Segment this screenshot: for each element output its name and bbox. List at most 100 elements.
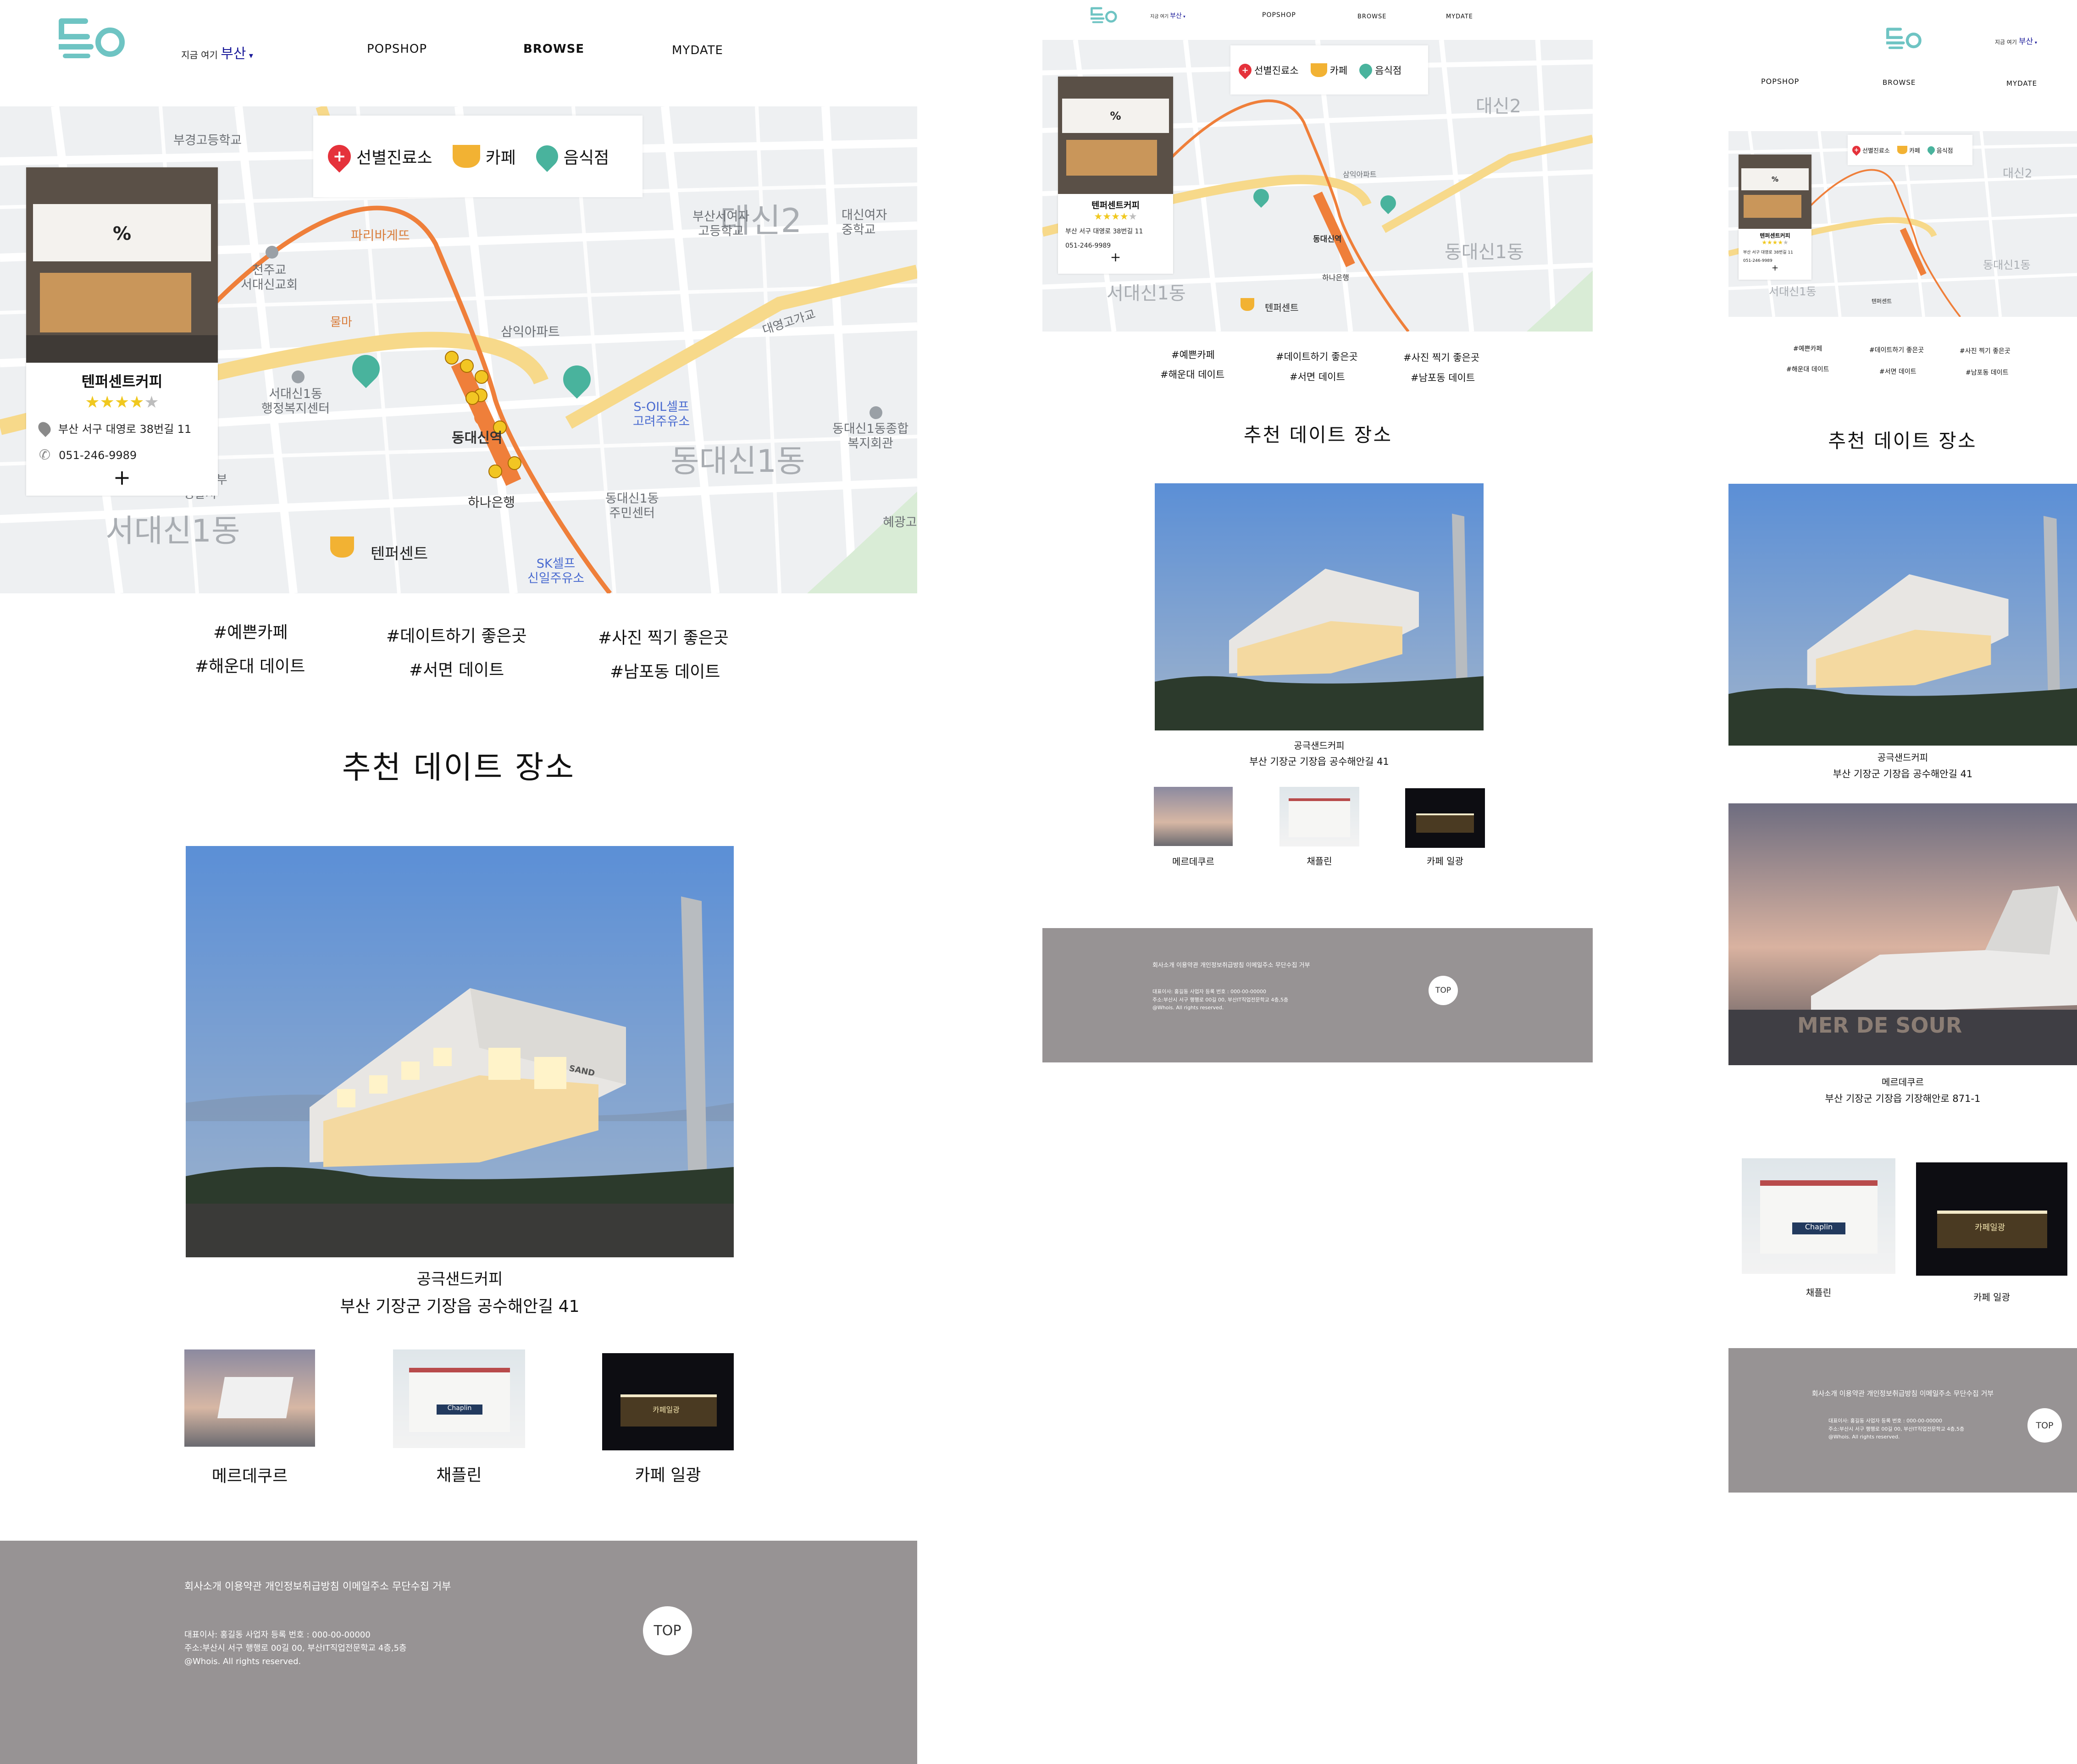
cafe-marker-icon[interactable] (330, 536, 354, 558)
location-city: 부산 (221, 46, 246, 62)
add-icon[interactable]: + (1058, 249, 1173, 265)
map-label-soil: S-OIL셀프 고려주유소 (633, 400, 690, 429)
nav-popshop[interactable]: POPSHOP (367, 42, 427, 56)
thumb-cafe-ilgwang[interactable]: 카페일광 (1916, 1162, 2067, 1276)
location-selector[interactable]: 지금 여기 부산 ▾ (1150, 11, 1185, 20)
nav-mydate[interactable]: MYDATE (1446, 13, 1473, 20)
place-address-row: 부산 서구 대영로 38번길 11 (35, 419, 218, 437)
legend-cafe[interactable]: 카페 (452, 144, 516, 168)
featured-address: 부산 기장군 기장읍 공수해안길 41 (1833, 769, 1973, 780)
legend-restaurant[interactable]: 음식점 (1926, 144, 1953, 155)
tag-seomyeon[interactable]: #서면 데이트 (409, 657, 504, 680)
location-selector[interactable]: 지금 여기 부산 ▾ (181, 42, 253, 62)
footer-address: 주소:부산시 서구 행행로 00길 00, 부산IT직업전문학교 4층,5층 (1152, 996, 1289, 1003)
place-card[interactable]: % 텐퍼센트커피 ★★★★★ 부산 서구 대영로 38번길 11 051-246… (1058, 77, 1173, 274)
place-ground (26, 335, 218, 363)
map-label-tenpercent: 텐퍼센트 (1872, 298, 1892, 304)
thumb-cafe-ilgwang[interactable] (1405, 788, 1485, 848)
featured-photo[interactable]: SAND (186, 846, 734, 1257)
tag-haeundae[interactable]: #해운대 데이트 (1160, 367, 1224, 381)
place-name: 텐퍼센트커피 (1091, 200, 1140, 210)
tag-haeundae[interactable]: #해운대 데이트 (1786, 365, 1829, 374)
nav-popshop[interactable]: POPSHOP (1761, 77, 1799, 86)
location-pin-icon (35, 419, 54, 437)
tag-haeundae[interactable]: #해운대 데이트 (195, 653, 305, 677)
tag-photo-spot[interactable]: #사진 찍기 좋은곳 (598, 625, 729, 648)
tag-nampo[interactable]: #남포동 데이트 (1411, 370, 1475, 384)
desktop-frame: 지금 여기 부산 ▾ POPSHOP BROWSE MYDATE 부경고등학교 … (0, 0, 917, 1764)
tag-photo-spot[interactable]: #사진 찍기 좋은곳 (1403, 350, 1479, 364)
tag-pretty-cafe[interactable]: #예쁜카페 (1171, 348, 1215, 361)
top-button[interactable]: TOP (2027, 1408, 2062, 1443)
footer-links[interactable]: 회사소개 이용약관 개인정보취급방침 이메일주소 무단수집 거부 (1728, 1388, 2077, 1398)
tag-seomyeon[interactable]: #서면 데이트 (1290, 370, 1345, 383)
featured-address: 부산 기장군 기장읍 공수해안길 41 (340, 1297, 580, 1316)
place-card[interactable]: % 텐퍼센트커피 ★★★★★ 부산 서구 대영로 38번길 11 051-246… (1739, 155, 1811, 280)
nav-browse[interactable]: BROWSE (1883, 78, 1916, 87)
footer-links[interactable]: 회사소개 이용약관 개인정보취급방침 이메일주소 무단수집 거부 (1152, 960, 1310, 969)
legend-clinic[interactable]: + 선별진료소 (323, 140, 432, 173)
place-card[interactable]: % 텐퍼센트커피 ★★★★★ 부산 서구 대영로 38번길 11 ✆ 051-2… (26, 167, 218, 496)
place-rating: ★★★★★ (1739, 239, 1811, 246)
tag-date-spot[interactable]: #데이트하기 좋은곳 (1276, 349, 1358, 363)
logo[interactable] (59, 18, 127, 61)
map-label-samik: 삼익아파트 (501, 324, 560, 339)
thumb-merdecour[interactable] (1154, 787, 1233, 846)
tag-seomyeon[interactable]: #서면 데이트 (1879, 367, 1916, 376)
legend-restaurant-label: 음식점 (1936, 147, 1953, 155)
tag-date-spot[interactable]: #데이트하기 좋은곳 (1869, 345, 1924, 354)
map-label-hyegwang: 혜광고 (883, 515, 917, 530)
nav-mydate[interactable]: MYDATE (2006, 79, 2037, 88)
second-photo[interactable]: MER DE SOUR (1728, 803, 2077, 1065)
tag-photo-spot[interactable]: #사진 찍기 좋은곳 (1960, 346, 2011, 355)
nav-browse[interactable]: BROWSE (523, 42, 584, 56)
tag-date-spot[interactable]: #데이트하기 좋은곳 (386, 623, 527, 647)
legend-cafe[interactable]: 카페 (1897, 146, 1920, 155)
thumb-building (1416, 813, 1474, 833)
legend-restaurant[interactable]: 음식점 (531, 141, 609, 172)
top-button[interactable]: TOP (1429, 976, 1458, 1005)
nav-browse[interactable]: BROWSE (1357, 13, 1387, 20)
tag-pretty-cafe[interactable]: #예쁜카페 (1793, 344, 1822, 353)
thumb-cafe-ilgwang[interactable]: 카페일광 (602, 1353, 734, 1450)
map[interactable]: 대신2 서대신1동 동대신1동 텐퍼센트 + 선별진료소 카페 음식점 % 텐퍼… (1728, 131, 2077, 317)
chevron-down-icon: ▾ (2034, 40, 2037, 45)
legend-cafe[interactable]: 카페 (1310, 63, 1347, 77)
logo[interactable] (1091, 6, 1118, 26)
location-city: 부산 (1170, 12, 1182, 20)
legend-restaurant-label: 음식점 (563, 149, 609, 167)
location-selector[interactable]: 지금 여기 부산 ▾ (1995, 35, 2037, 46)
tag-pretty-cafe[interactable]: #예쁜카페 (213, 619, 288, 643)
top-button[interactable]: TOP (643, 1606, 692, 1655)
thumb-chaplin[interactable] (1279, 787, 1359, 846)
map-legend: + 선별진료소 카페 음식점 (1230, 45, 1428, 94)
featured-photo[interactable] (1155, 483, 1484, 730)
map-label-seodaeshin1: 서대신1동 (1769, 285, 1817, 298)
legend-restaurant[interactable]: 음식점 (1357, 61, 1402, 79)
legend-restaurant-label: 음식점 (1375, 65, 1402, 76)
nav-mydate[interactable]: MYDATE (672, 44, 723, 57)
footer-links[interactable]: 회사소개 이용약관 개인정보취급방침 이메일주소 무단수집 거부 (184, 1578, 451, 1593)
tag-nampo[interactable]: #남포동 데이트 (1966, 368, 2008, 377)
map[interactable]: 대신2 동대신역 하나은행 삼익아파트 서대신1동 동대신1동 텐퍼센트 + 선… (1042, 40, 1593, 332)
footer: 회사소개 이용약관 개인정보취급방침 이메일주소 무단수집 거부 대표이사: 홍… (0, 1541, 917, 1764)
tag-nampo[interactable]: #남포동 데이트 (610, 658, 720, 682)
map[interactable]: 부경고등학교 대신2 대신여자 중학교 부산서여자 고등학교 대영고가교 파리바… (0, 106, 917, 593)
cafe-marker-icon[interactable] (1241, 298, 1254, 311)
clinic-pin-icon: + (1850, 144, 1862, 156)
featured-name: 공극샌드커피 (416, 1270, 503, 1288)
featured-photo[interactable] (1728, 484, 2077, 746)
legend-clinic[interactable]: + 선별진료소 (1850, 144, 1890, 156)
legend-cafe-label: 카페 (485, 149, 516, 167)
thumb-chaplin[interactable]: Chaplin (393, 1349, 525, 1448)
place-rating: ★★★★★ (1058, 211, 1173, 222)
rating-stars-off: ★ (1783, 239, 1789, 246)
nav-popshop[interactable]: POPSHOP (1262, 11, 1296, 19)
add-icon[interactable]: + (1739, 263, 1811, 273)
legend-clinic[interactable]: + 선별진료소 (1236, 61, 1299, 79)
logo[interactable] (1886, 23, 1923, 55)
thumb-building (1760, 1180, 1878, 1254)
thumb-merdecour[interactable] (184, 1349, 315, 1447)
thumb-chaplin[interactable]: Chaplin (1742, 1158, 1895, 1274)
add-icon[interactable]: + (26, 465, 218, 490)
